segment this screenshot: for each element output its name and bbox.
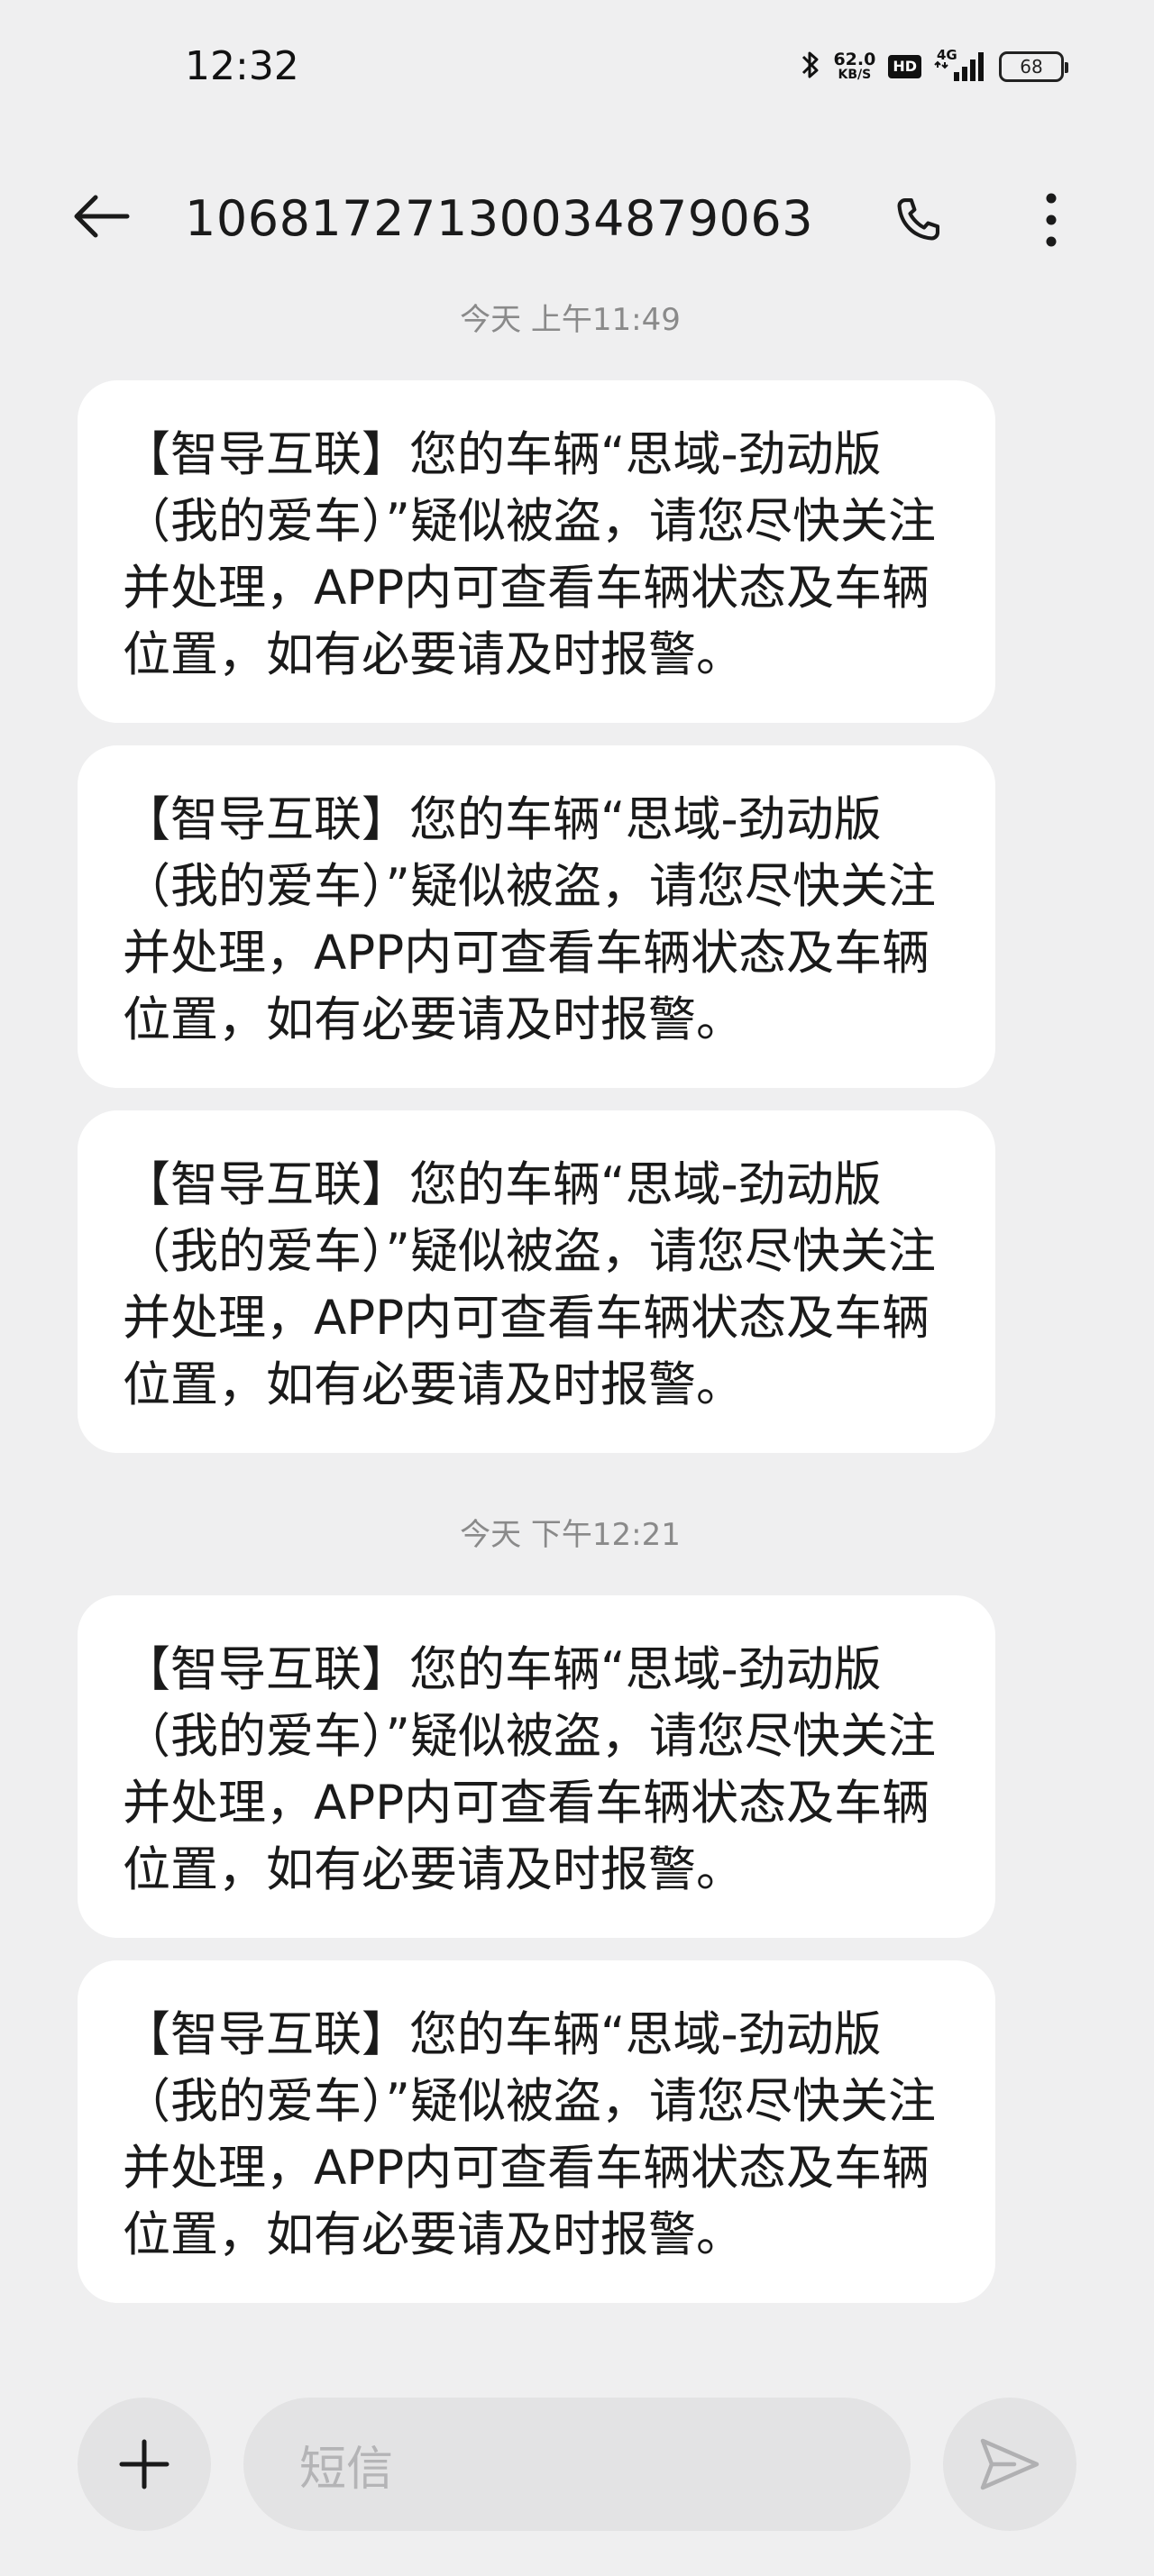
message-timestamp: 今天 上午11:49 [460, 302, 681, 338]
hd-badge: HD [888, 55, 921, 78]
network-speed-value: 62.0 [833, 50, 876, 69]
conversation-header: 10681727130034879063 [0, 162, 1154, 270]
send-icon [980, 2438, 1040, 2490]
arrow-left-icon [74, 195, 130, 238]
battery-icon: 68 [999, 51, 1068, 82]
add-attachment-button[interactable] [78, 2398, 211, 2531]
network-type-label: 4G [937, 47, 957, 63]
message-text: 【智导互联】您的车辆“思域-劲动版（我的爱车）”疑似被盗，请您尽快关注并处理，A… [123, 1642, 936, 1897]
message-bubble[interactable]: 【智导互联】您的车辆“思域-劲动版（我的爱车）”疑似被盗，请您尽快关注并处理，A… [78, 745, 995, 1088]
phone-icon [897, 197, 940, 241]
bluetooth-icon [801, 49, 820, 85]
message-bubble[interactable]: 【智导互联】您的车辆“思域-劲动版（我的爱车）”疑似被盗，请您尽快关注并处理，A… [78, 1595, 995, 1938]
contact-number: 10681727130034879063 [185, 190, 814, 247]
message-timestamp: 今天 下午12:21 [460, 1517, 681, 1553]
status-time: 12:32 [185, 43, 299, 89]
send-button[interactable] [943, 2398, 1076, 2531]
more-vertical-icon [1046, 193, 1057, 247]
sms-input[interactable]: 短信 [243, 2398, 911, 2531]
more-options-button[interactable] [1015, 184, 1087, 256]
network-speed: 62.0 KB/S [833, 50, 876, 83]
back-button[interactable] [65, 187, 137, 245]
message-text: 【智导互联】您的车辆“思域-劲动版（我的爱车）”疑似被盗，请您尽快关注并处理，A… [123, 2007, 936, 2262]
status-icons: 62.0 KB/S HD 4G 68 [801, 43, 1068, 90]
message-text: 【智导互联】您的车辆“思域-劲动版（我的爱车）”疑似被盗，请您尽快关注并处理，A… [123, 1157, 936, 1412]
sms-input-placeholder: 短信 [299, 2442, 394, 2497]
message-text: 【智导互联】您的车辆“思域-劲动版（我的爱车）”疑似被盗，请您尽快关注并处理，A… [123, 427, 936, 682]
battery-level: 68 [1020, 56, 1043, 78]
network-speed-unit: KB/S [838, 68, 872, 82]
status-bar: 12:32 62.0 KB/S HD 4G 68 [0, 0, 1154, 135]
message-bubble[interactable]: 【智导互联】您的车辆“思域-劲动版（我的爱车）”疑似被盗，请您尽快关注并处理，A… [78, 1110, 995, 1453]
signal-icon: 4G [934, 47, 986, 87]
call-button[interactable] [882, 184, 954, 256]
plus-icon [119, 2439, 169, 2489]
message-composer: 短信 [0, 2380, 1154, 2531]
message-bubble[interactable]: 【智导互联】您的车辆“思域-劲动版（我的爱车）”疑似被盗，请您尽快关注并处理，A… [78, 1960, 995, 2303]
message-bubble[interactable]: 【智导互联】您的车辆“思域-劲动版（我的爱车）”疑似被盗，请您尽快关注并处理，A… [78, 380, 995, 723]
message-text: 【智导互联】您的车辆“思域-劲动版（我的爱车）”疑似被盗，请您尽快关注并处理，A… [123, 792, 936, 1047]
